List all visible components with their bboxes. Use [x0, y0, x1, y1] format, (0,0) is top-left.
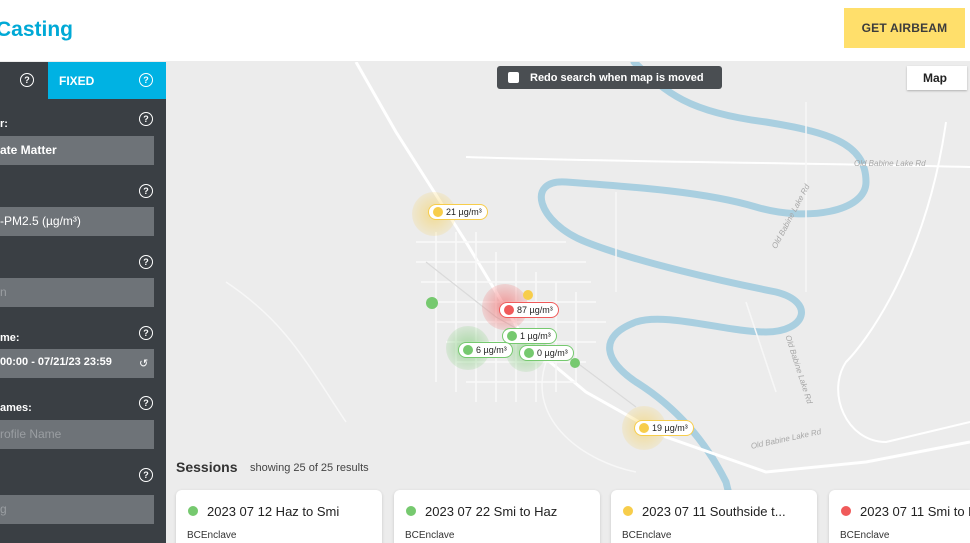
session-card[interactable]: 2023 07 22 Smi to Haz BCEnclave	[394, 490, 600, 543]
marker-dot	[504, 305, 514, 315]
session-title: 2023 07 11 Southside t...	[642, 504, 786, 519]
session-card[interactable]: 2023 07 11 Southside t... BCEnclave	[611, 490, 817, 543]
redo-search-checkbox[interactable]	[508, 72, 519, 83]
help-icon[interactable]: ?	[20, 73, 34, 87]
marker-value: 6 µg/m³	[476, 345, 507, 355]
help-icon[interactable]: ?	[139, 112, 153, 126]
filters-sidebar: ? FIXED ? r: ? ate Matter ? -PM2.5 (µg/m…	[0, 62, 166, 543]
marker-dot	[507, 331, 517, 341]
help-icon[interactable]: ?	[139, 73, 153, 87]
marker-dot	[639, 423, 649, 433]
marker-value: 21 µg/m³	[446, 207, 482, 217]
profile-names-filter-label: ames:	[0, 402, 32, 414]
map-area[interactable]: Redo search when map is moved Map Old Ba…	[166, 62, 970, 543]
map-pin[interactable]	[570, 358, 580, 368]
marker-value: 1 µg/m³	[520, 331, 551, 341]
map-type-button[interactable]: Map	[907, 66, 967, 90]
help-icon[interactable]: ?	[139, 184, 153, 198]
sessions-count: showing 25 of 25 results	[250, 462, 369, 474]
time-range-filter-field[interactable]: 00:00 - 07/21/23 23:59	[0, 349, 154, 378]
session-card[interactable]: 2023 07 11 Smi to Haz BCEnclave	[829, 490, 970, 543]
sessions-title: Sessions	[176, 459, 238, 475]
marker-dot	[463, 345, 473, 355]
marker-value: 19 µg/m³	[652, 423, 688, 433]
top-header: Casting GET AIRBEAM	[0, 0, 970, 62]
session-title: 2023 07 11 Smi to Haz	[860, 504, 970, 519]
measurement-marker[interactable]: 87 µg/m³	[499, 302, 559, 318]
time-range-value: 00:00 - 07/21/23 23:59	[0, 356, 112, 368]
session-status-dot	[406, 506, 416, 516]
brand-logo[interactable]: Casting	[0, 18, 73, 42]
measurement-marker[interactable]: 19 µg/m³	[634, 420, 694, 436]
help-icon[interactable]: ?	[139, 468, 153, 482]
redo-search-label: Redo search when map is moved	[530, 71, 704, 84]
tab-fixed-label: FIXED	[59, 74, 95, 88]
measurement-marker[interactable]: 21 µg/m³	[428, 204, 488, 220]
measurement-marker[interactable]: 6 µg/m³	[458, 342, 513, 358]
marker-dot	[524, 348, 534, 358]
redo-search-toggle[interactable]: Redo search when map is moved	[497, 66, 722, 89]
session-title: 2023 07 22 Smi to Haz	[425, 504, 558, 519]
help-icon[interactable]: ?	[139, 326, 153, 340]
parameter-filter-label: r:	[0, 118, 8, 130]
sensor-filter-field[interactable]: -PM2.5 (µg/m³)	[0, 207, 154, 236]
map-pin[interactable]	[523, 290, 533, 300]
session-status-dot	[623, 506, 633, 516]
tab-mobile[interactable]: ?	[0, 62, 48, 99]
app-page: Casting GET AIRBEAM ? FIXED ? r: ? ate M…	[0, 0, 970, 543]
session-title: 2023 07 12 Haz to Smi	[207, 504, 340, 519]
profile-names-filter-field[interactable]: rofile Name	[0, 420, 154, 449]
marker-dot	[433, 207, 443, 217]
location-filter-field[interactable]: n	[0, 278, 154, 307]
road-label: Old Babine Lake Rd	[854, 159, 926, 168]
session-status-dot	[841, 506, 851, 516]
measurement-marker[interactable]: 1 µg/m³	[502, 328, 557, 344]
session-owner: BCEnclave	[187, 530, 237, 541]
marker-value: 87 µg/m³	[517, 305, 553, 315]
help-icon[interactable]: ?	[139, 255, 153, 269]
session-status-dot	[188, 506, 198, 516]
get-airbeam-button[interactable]: GET AIRBEAM	[844, 8, 965, 48]
session-owner: BCEnclave	[840, 530, 890, 541]
reset-icon[interactable]: ↺	[139, 357, 148, 370]
session-card[interactable]: 2023 07 12 Haz to Smi BCEnclave	[176, 490, 382, 543]
map-pin[interactable]	[426, 297, 438, 309]
help-icon[interactable]: ?	[139, 396, 153, 410]
session-owner: BCEnclave	[405, 530, 455, 541]
marker-value: 0 µg/m³	[537, 348, 568, 358]
parameter-filter-field[interactable]: ate Matter	[0, 136, 154, 165]
tags-filter-field[interactable]: g	[0, 495, 154, 524]
measurement-marker[interactable]: 0 µg/m³	[519, 345, 574, 361]
session-owner: BCEnclave	[622, 530, 672, 541]
tab-fixed[interactable]: FIXED ?	[48, 62, 166, 99]
time-range-filter-label: me:	[0, 332, 20, 344]
